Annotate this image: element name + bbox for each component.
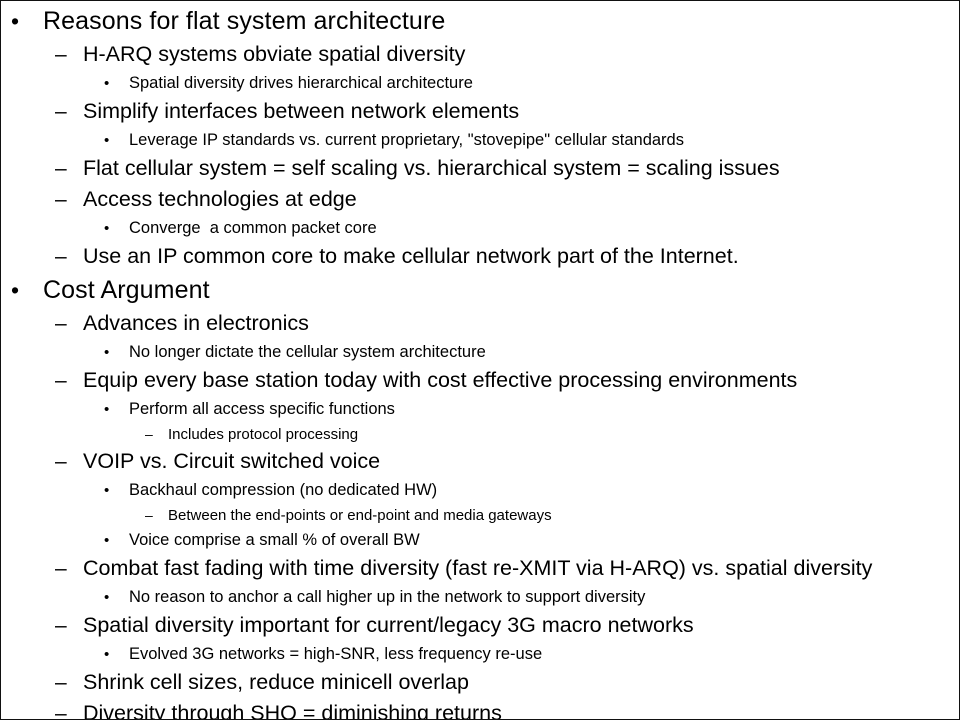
slide-outline-body: • Reasons for flat system architecture – H-… [1,3,959,720]
outline-item-text: Between the end-points or end-point and … [168,507,552,524]
bullet-dot-icon: • [104,132,110,149]
outline-item-text: Evolved 3G networks = high-SNR, less fre… [129,645,543,663]
outline-item-text: Diversity through SHO = diminishing retu… [83,701,502,720]
outline-item-level-3: • No reason to anchor a call higher up in… [1,584,959,610]
outline-item-level-2: – Access technologies at edge [1,184,959,215]
outline-item-level-3: • Evolved 3G networks = high-SNR, less fr… [1,641,959,667]
outline-item-text: Leverage IP standards vs. current propri… [129,131,684,149]
outline-item-level-2: – Spatial diversity important for current… [1,610,959,641]
outline-item-level-1: • Cost Argument [1,272,959,308]
outline-item-level-4: – Includes protocol processing [1,422,959,446]
bullet-dash-icon: – [145,426,153,442]
bullet-dot-icon: • [104,532,110,549]
outline-item-level-3: • Leverage IP standards vs. current propr… [1,127,959,153]
bullet-dash-icon: – [55,245,67,268]
bullet-dash-icon: – [55,100,67,123]
outline-item-level-2: – Equip every base station today with cos… [1,365,959,396]
outline-item-text: Shrink cell sizes, reduce minicell overl… [83,670,469,694]
outline-item-level-2: – Simplify interfaces between network ele… [1,96,959,127]
bullet-dot-icon: • [11,8,20,34]
outline-item-text: Perform all access specific functions [129,400,395,418]
outline-item-level-2: – VOIP vs. Circuit switched voice [1,446,959,477]
outline-item-text: Access technologies at edge [83,187,357,211]
outline-item-level-2: – Flat cellular system = self scaling vs.… [1,153,959,184]
outline-item-text: Simplify interfaces between network elem… [83,99,520,123]
bullet-dash-icon: – [55,312,67,335]
outline-item-text: Includes protocol processing [168,426,359,443]
outline-item-text: Reasons for flat system architecture [43,7,446,35]
outline-item-text: Advances in electronics [83,311,309,335]
outline-item-text: No reason to anchor a call higher up in … [129,588,646,606]
presentation-slide: • Reasons for flat system architecture – H-… [0,0,960,720]
outline-item-level-3: • Backhaul compression (no dedicated HW) [1,477,959,503]
bullet-dot-icon: • [104,646,110,663]
bullet-dot-icon: • [104,344,110,361]
outline-item-text: Use an IP common core to make cellular n… [83,244,739,268]
bullet-dash-icon: – [55,188,67,211]
outline-item-text: VOIP vs. Circuit switched voice [83,449,381,473]
bullet-dot-icon: • [104,220,110,237]
bullet-dot-icon: • [104,75,110,92]
outline-item-text: Combat fast fading with time diversity (… [83,556,873,580]
outline-item-level-2: – Shrink cell sizes, reduce minicell over… [1,667,959,698]
bullet-dash-icon: – [55,671,67,694]
outline-item-level-2: – Combat fast fading with time diversity … [1,553,959,584]
outline-item-level-3: • Perform all access specific functions [1,396,959,422]
bullet-dash-icon: – [55,702,67,720]
outline-item-text: Backhaul compression (no dedicated HW) [129,481,438,499]
outline-item-level-4: – Between the end-points or end-point and… [1,503,959,527]
outline-item-level-2: – Diversity through SHO = diminishing ret… [1,698,959,720]
bullet-dash-icon: – [55,369,67,392]
outline-item-level-2: – Advances in electronics [1,308,959,339]
outline-item-text: H-ARQ systems obviate spatial diversity [83,42,466,66]
outline-item-level-3: • Converge a common packet core [1,215,959,241]
outline-item-text: Flat cellular system = self scaling vs. … [83,156,780,180]
bullet-dash-icon: – [55,450,67,473]
outline-item-text: Voice comprise a small % of overall BW [129,531,420,549]
bullet-dash-icon: – [55,557,67,580]
outline-item-level-3: • Spatial diversity drives hierarchical a… [1,70,959,96]
bullet-dot-icon: • [104,589,110,606]
outline-item-level-1: • Reasons for flat system architecture [1,3,959,39]
bullet-dash-icon: – [55,157,67,180]
bullet-dash-icon: – [55,614,67,637]
outline-item-text: Spatial diversity important for current/… [83,613,694,637]
bullet-dot-icon: • [104,482,110,499]
outline-item-text: Spatial diversity drives hierarchical ar… [129,74,473,92]
outline-item-level-3: • Voice comprise a small % of overall BW [1,527,959,553]
outline-item-level-2: – H-ARQ systems obviate spatial diversity [1,39,959,70]
bullet-dot-icon: • [104,401,110,418]
outline-item-text: Cost Argument [43,276,210,304]
outline-item-level-3: • No longer dictate the cellular system a… [1,339,959,365]
bullet-dash-icon: – [145,507,153,523]
outline-item-text: Equip every base station today with cost… [83,368,798,392]
bullet-dash-icon: – [55,43,67,66]
outline-item-level-2: – Use an IP common core to make cellular … [1,241,959,272]
bullet-dot-icon: • [11,277,20,303]
outline-item-text: No longer dictate the cellular system ar… [129,343,486,361]
outline-item-text: Converge a common packet core [129,219,377,237]
